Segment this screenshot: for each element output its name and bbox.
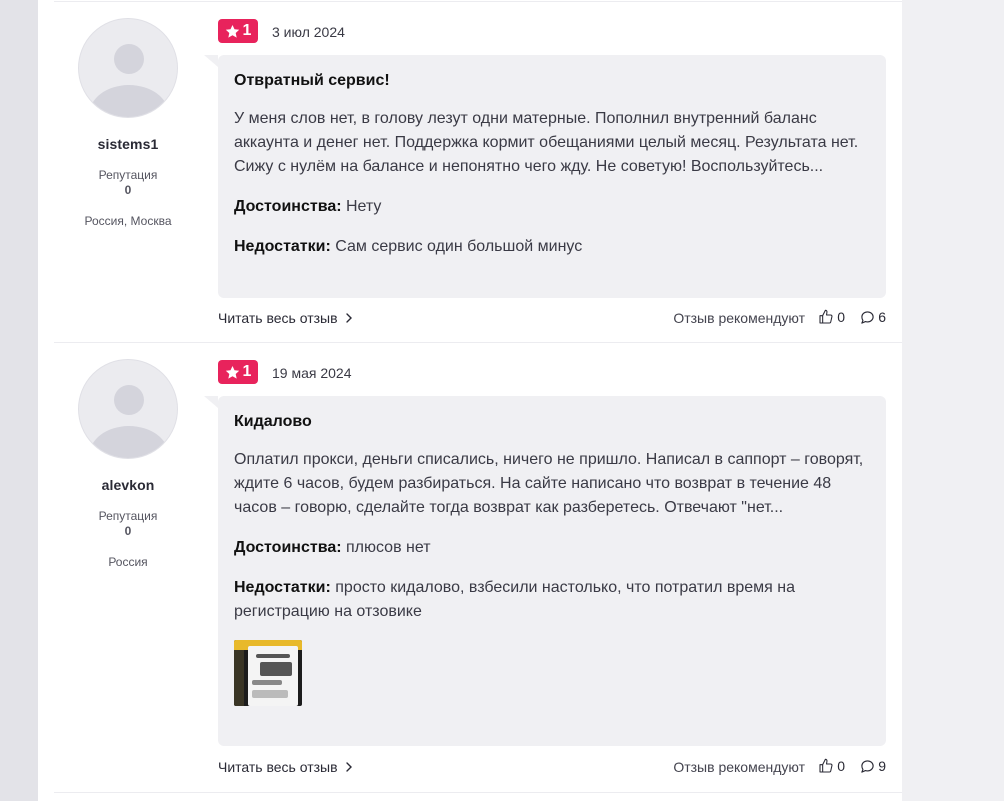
author-username[interactable]: sistems1 [54,136,202,152]
comment-icon [861,759,874,773]
read-more-label: Читать весь отзыв [218,759,338,775]
pros-label: Достоинства: [234,539,342,556]
pros-text: плюсов нет [346,539,431,556]
reputation-label: Репутация [98,168,158,182]
review-title[interactable]: Кидалово [234,411,870,433]
read-more-link[interactable]: Читать весь отзыв [218,759,352,775]
review-photo-thumbnail[interactable] [234,640,302,706]
author-location: Россия [108,555,148,569]
review-date: 3 июл 2024 [272,24,345,40]
comment-icon [861,310,874,324]
review-cons: Недостатки: Сам сервис один большой мину… [234,235,870,259]
rating-value: 1 [242,22,252,39]
reputation-label: Репутация [98,509,158,523]
pros-label: Достоинства: [234,198,342,215]
pros-text: Нету [346,198,382,215]
reviews-page: sistems1 Репутация 0 Россия, Москва 1 3 … [38,0,902,801]
review-body: Отвратный сервис! У меня слов нет, в гол… [204,55,886,298]
read-more-label: Читать весь отзыв [218,310,338,326]
like-button[interactable]: 0 [818,309,845,325]
thumbs-up-icon [819,309,833,324]
default-avatar-icon [89,44,169,117]
author-username[interactable]: alevkon [54,477,202,493]
comments-button[interactable]: 9 [860,758,886,774]
comments-button[interactable]: 6 [860,309,886,325]
review-text: У меня слов нет, в голову лезут одни мат… [234,110,859,175]
author-location: Россия, Москва [84,214,172,228]
divider [54,792,902,793]
rating-badge: 1 [218,360,258,384]
review-card: sistems1 Репутация 0 Россия, Москва 1 3 … [54,1,902,342]
avatar[interactable] [78,18,178,118]
like-button[interactable]: 0 [818,758,845,774]
thumbs-up-icon [819,758,833,773]
star-icon [225,24,239,38]
cons-label: Недостатки: [234,579,331,596]
avatar[interactable] [78,359,178,459]
review-text: Оплатил прокси, деньги списались, ничего… [234,451,864,516]
read-more-link[interactable]: Читать весь отзыв [218,310,352,326]
recommend-label: Отзыв рекомендуют [673,310,805,326]
review-pros: Достоинства: плюсов нет [234,536,870,560]
review-footer: Читать весь отзыв Отзыв рекомендуют 0 9 [218,757,886,777]
cons-label: Недостатки: [234,238,331,255]
review-title[interactable]: Отвратный сервис! [234,70,870,92]
left-gutter [0,0,38,801]
review-pros: Достоинства: Нету [234,195,870,219]
star-icon [225,365,239,379]
reputation-value: 0 [124,183,132,197]
review-cons: Недостатки: просто кидалово, взбесили на… [234,576,870,624]
chevron-right-icon [345,313,352,323]
review-footer: Читать весь отзыв Отзыв рекомендуют 0 6 [218,308,886,328]
review-date: 19 мая 2024 [272,365,352,381]
rating-value: 1 [242,363,252,380]
recommend-label: Отзыв рекомендуют [673,759,805,775]
chevron-right-icon [345,762,352,772]
review-body: Кидалово Оплатил прокси, деньги списалис… [204,396,886,746]
comments-count: 6 [878,309,886,325]
review-card: alevkon Репутация 0 Россия 1 19 мая 2024… [54,342,902,792]
likes-count: 0 [837,309,845,325]
comments-count: 9 [878,758,886,774]
reputation-value: 0 [124,524,132,538]
likes-count: 0 [837,758,845,774]
rating-badge: 1 [218,19,258,43]
cons-text: Сам сервис один большой минус [335,238,583,255]
default-avatar-icon [89,385,169,458]
